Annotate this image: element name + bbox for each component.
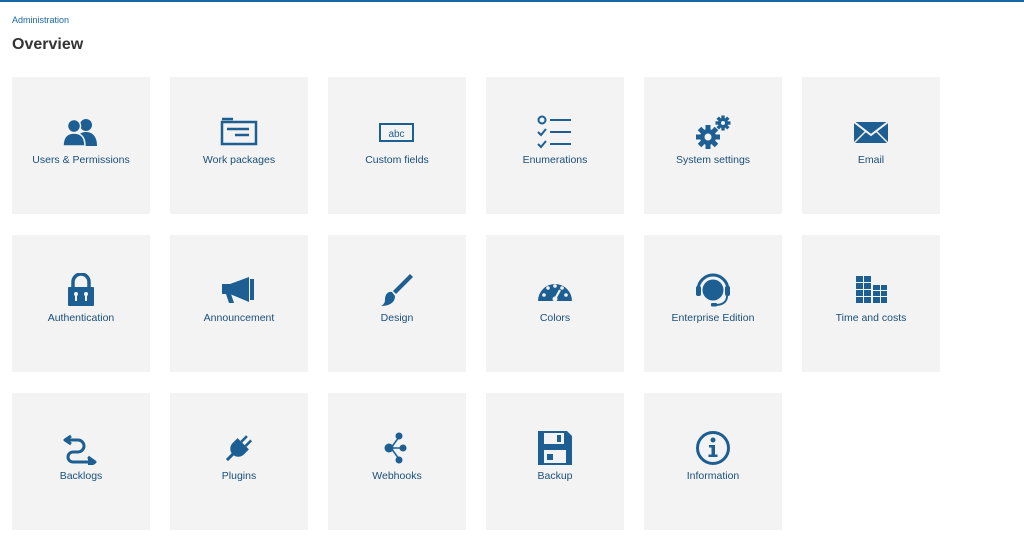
tile-label: Backup [537, 470, 573, 482]
page-title: Overview [12, 36, 84, 53]
tile-plugins[interactable]: Plugins [170, 393, 308, 530]
tile-custom-fields[interactable]: abc Custom fields [328, 77, 466, 214]
tile-label: Users & Permissions [32, 154, 130, 166]
tile-webhooks[interactable]: Webhooks [328, 393, 466, 530]
time-costs-icon [851, 275, 891, 305]
tile-announcement[interactable]: Announcement [170, 235, 308, 372]
paintbrush-icon [377, 274, 417, 306]
tile-design[interactable]: Design [328, 235, 466, 372]
floppy-disk-icon [535, 431, 575, 465]
lock-icon [61, 273, 101, 306]
tile-information[interactable]: Information [644, 393, 782, 530]
settings-gears-icon [693, 115, 733, 149]
tile-label: Work packages [202, 154, 276, 166]
tile-label: Time and costs [835, 312, 907, 324]
tile-enterprise-edition[interactable]: Enterprise Edition [644, 235, 782, 372]
tile-label: Colors [539, 312, 571, 324]
tile-label: Custom fields [365, 154, 429, 166]
tile-label: Email [857, 154, 885, 166]
tile-users-permissions[interactable]: Users & Permissions [12, 77, 150, 214]
gauge-icon [535, 275, 575, 305]
top-accent-bar [0, 0, 1024, 2]
backlogs-icon [61, 433, 101, 465]
work-packages-icon [219, 117, 259, 147]
tile-label: Enterprise Edition [671, 312, 755, 324]
tile-colors[interactable]: Colors [486, 235, 624, 372]
tile-label: Webhooks [372, 470, 422, 482]
tile-label: Announcement [203, 312, 275, 324]
custom-fields-icon: abc [377, 117, 417, 147]
breadcrumb[interactable]: Administration [12, 15, 69, 25]
info-icon [693, 431, 733, 465]
tile-label: Plugins [221, 470, 257, 482]
plug-icon [219, 433, 259, 463]
webhooks-icon [377, 432, 417, 464]
megaphone-icon [219, 275, 259, 305]
tile-label: Information [686, 470, 740, 482]
svg-text:abc: abc [388, 129, 404, 140]
tile-label: System settings [675, 154, 751, 166]
admin-tiles-grid: Users & Permissions Work packages abc Cu… [12, 77, 940, 530]
enumerations-icon [535, 115, 575, 149]
tile-email[interactable]: Email [802, 77, 940, 214]
tile-backup[interactable]: Backup [486, 393, 624, 530]
envelope-icon [851, 117, 891, 147]
tile-system-settings[interactable]: System settings [644, 77, 782, 214]
users-icon [61, 117, 101, 147]
headset-icon [693, 273, 733, 307]
tile-work-packages[interactable]: Work packages [170, 77, 308, 214]
tile-label: Design [380, 312, 414, 324]
tile-authentication[interactable]: Authentication [12, 235, 150, 372]
tile-label: Authentication [47, 312, 115, 324]
tile-enumerations[interactable]: Enumerations [486, 77, 624, 214]
tile-label: Backlogs [59, 470, 103, 482]
tile-time-and-costs[interactable]: Time and costs [802, 235, 940, 372]
tile-backlogs[interactable]: Backlogs [12, 393, 150, 530]
tile-label: Enumerations [522, 154, 588, 166]
